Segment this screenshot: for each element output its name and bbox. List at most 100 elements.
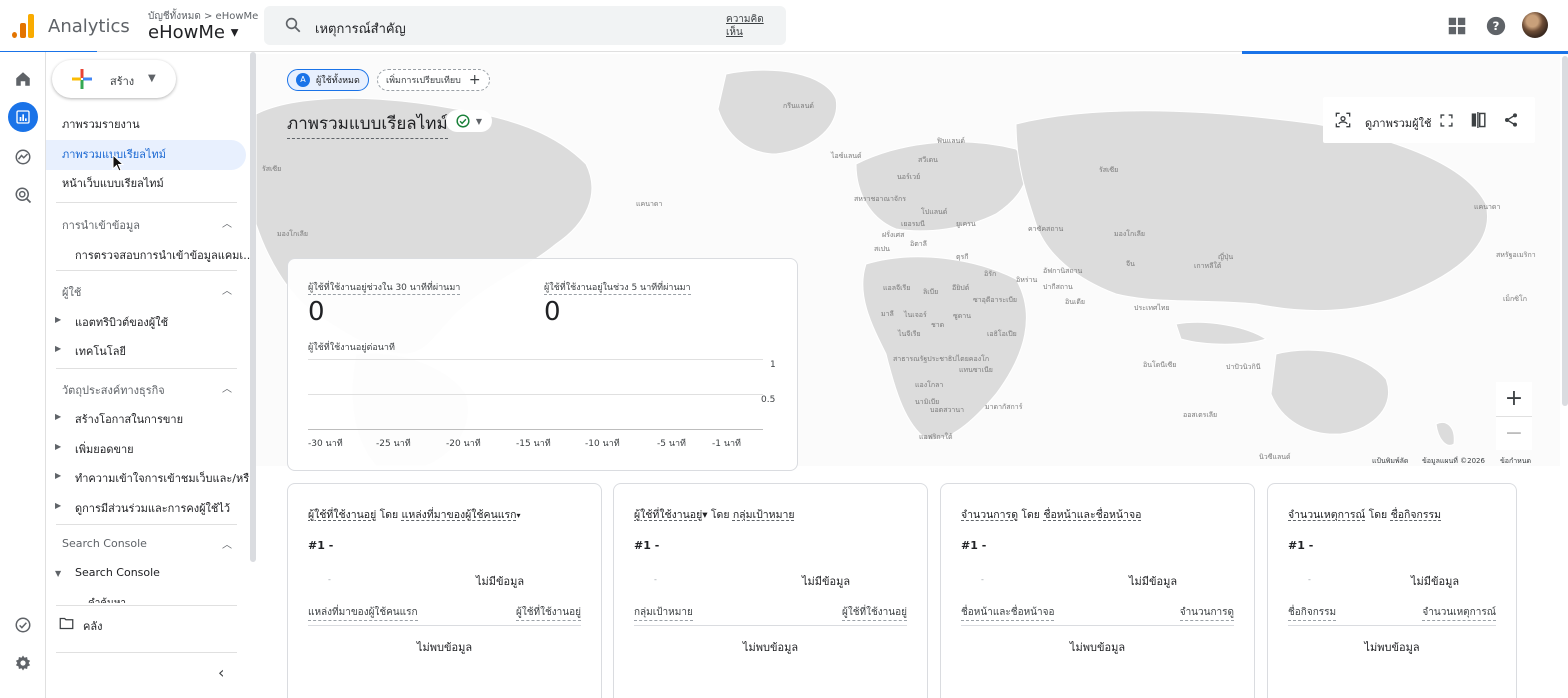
chip-all-users[interactable]: A ผู้ใช้ทั้งหมด <box>287 69 369 91</box>
active-users-30min-value: 0 <box>308 297 325 327</box>
map-label: เกาหลีใต้ <box>1194 262 1222 270</box>
map-label: อิตาลี <box>910 240 927 248</box>
explore-icon[interactable] <box>10 144 36 170</box>
sidebar-item-reports-snapshot[interactable]: ภาพรวมรายงาน <box>46 110 246 140</box>
sidebar-item-understand-traffic[interactable]: ทำความเข้าใจการเข้าชมเว็บและ/หรื... <box>75 469 260 487</box>
chevron-up-icon[interactable]: ︿ <box>222 215 232 230</box>
avatar[interactable] <box>1522 12 1548 38</box>
feedback-link[interactable]: ความคิดเห็น <box>726 13 770 39</box>
chevron-up-icon[interactable]: ︿ <box>222 380 232 395</box>
map-label: สเปน <box>874 245 890 253</box>
column-header[interactable]: จำนวนการดู <box>1179 605 1234 621</box>
expand-arrow-icon[interactable]: ▶ <box>55 315 61 324</box>
plus-icon: + <box>468 72 481 88</box>
map-label: แทนซาเนีย <box>959 366 993 374</box>
section-user[interactable]: ผู้ใช้ <box>62 283 81 301</box>
settings-gear-icon[interactable] <box>10 650 36 676</box>
card-title[interactable]: ผู้ใช้ที่ใช้งานอยู่▾ โดย กลุ่มเป้าหมาย <box>634 506 795 523</box>
fullscreen-icon[interactable] <box>1440 114 1453 127</box>
card-title[interactable]: จำนวนการดู โดย ชื่อหน้าและชื่อหน้าจอ <box>961 506 1141 523</box>
search-icon <box>285 17 301 33</box>
search-input[interactable]: เหตุการณ์สำคัญ <box>315 18 406 39</box>
reports-icon[interactable] <box>8 102 38 132</box>
sidebar-item-search-console[interactable]: Search Console <box>75 566 160 579</box>
admin-check-icon[interactable] <box>10 612 36 638</box>
map-label: มองโกเลีย <box>277 230 309 238</box>
card-title[interactable]: ผู้ใช้ที่ใช้งานอยู่ โดย แหล่งที่มาของผู้… <box>308 506 521 523</box>
user-snapshot-icon[interactable] <box>1335 112 1351 128</box>
zoom-out-button[interactable]: − <box>1496 416 1532 450</box>
caret-down-icon: ▼ <box>148 73 156 84</box>
collapse-sidebar-chevron-icon[interactable]: ‹ <box>218 663 224 682</box>
card-metric[interactable]: จำนวนการดู <box>961 509 1018 521</box>
home-icon[interactable] <box>10 66 36 92</box>
column-header[interactable]: ชื่อหน้าและชื่อหน้าจอ <box>961 605 1055 621</box>
chevron-up-icon[interactable]: ︿ <box>222 536 232 551</box>
keyboard-shortcuts-link[interactable]: แป้นพิมพ์ลัด <box>1372 456 1408 467</box>
zoom-in-button[interactable]: + <box>1496 382 1532 416</box>
card-dimension[interactable]: กลุ่มเป้าหมาย <box>733 509 795 521</box>
map-label: สหราชอาณาจักร <box>854 195 906 203</box>
advertising-icon[interactable] <box>10 182 36 208</box>
status-dropdown[interactable]: ▼ <box>446 110 492 132</box>
sidebar-item-generate-leads[interactable]: สร้างโอกาสในการขาย <box>75 410 183 428</box>
sidebar-item-realtime-overview[interactable]: ภาพรวมแบบเรียลไทม์ <box>46 140 246 170</box>
property-selector[interactable]: eHowMe ▼ <box>148 22 238 43</box>
expand-arrow-icon[interactable]: ▶ <box>55 344 61 353</box>
map-label: ฟินแลนด์ <box>937 137 965 145</box>
analytics-logo-icon[interactable] <box>12 14 36 38</box>
caret-down-icon[interactable]: ▾ <box>517 511 521 520</box>
search-bar[interactable]: เหตุการณ์สำคัญ ความคิดเห็น <box>264 6 786 45</box>
main-scrollbar[interactable] <box>1562 56 1568 406</box>
card-title[interactable]: จำนวนเหตุการณ์ โดย ชื่อกิจกรรม <box>1288 506 1441 523</box>
section-data-import[interactable]: การนำเข้าข้อมูล <box>62 216 140 234</box>
help-icon[interactable]: ? <box>1485 15 1507 37</box>
column-header[interactable]: กลุ่มเป้าหมาย <box>634 605 693 621</box>
map-label: ฝรั่งเศส <box>882 231 905 239</box>
column-header[interactable]: ผู้ใช้ที่ใช้งานอยู่ <box>842 605 907 621</box>
card-metric[interactable]: ผู้ใช้ที่ใช้งานอยู่ <box>308 509 376 521</box>
x-tick: -10 นาที <box>585 439 620 449</box>
expand-arrow-icon[interactable]: ▶ <box>55 471 61 480</box>
share-icon[interactable] <box>1503 112 1519 128</box>
compare-icon[interactable] <box>1470 112 1488 128</box>
column-header[interactable]: ผู้ใช้ที่ใช้งานอยู่ <box>516 605 581 621</box>
sidebar-item-queries[interactable]: คำค้นหา <box>88 596 126 603</box>
map-label: รัสเซีย <box>262 165 282 173</box>
top-bar: Analytics บัญชีทั้งหมด > eHowMe eHowMe ▼… <box>0 0 1568 52</box>
sidebar-item-tech[interactable]: เทคโนโลยี <box>75 342 126 360</box>
sidebar-item-drive-sales[interactable]: เพิ่มยอดขาย <box>75 440 134 458</box>
map-label: จีน <box>1126 260 1135 268</box>
card-dimension[interactable]: แหล่งที่มาของผู้ใช้คนแรก <box>402 509 517 521</box>
column-header[interactable]: ชื่อกิจกรรม <box>1288 605 1337 621</box>
sidebar-item-engagement-retention[interactable]: ดูการมีส่วนร่วมและการคงผู้ใช้ไว้ <box>75 499 230 517</box>
apps-grid-icon[interactable] <box>1446 15 1468 37</box>
card-dimension[interactable]: ชื่อหน้าและชื่อหน้าจอ <box>1043 509 1141 521</box>
sidebar-item-realtime-pages[interactable]: หน้าเว็บแบบเรียลไทม์ <box>46 169 246 199</box>
active-users-5min-label[interactable]: ผู้ใช้ที่ใช้งานอยู่ในช่วง 5 นาทีที่ผ่านม… <box>544 280 691 295</box>
card-dimension[interactable]: ชื่อกิจกรรม <box>1391 509 1442 521</box>
app-name[interactable]: Analytics <box>48 16 130 37</box>
column-header[interactable]: แหล่งที่มาของผู้ใช้คนแรก <box>308 605 418 621</box>
card-metric[interactable]: ผู้ใช้ที่ใช้งานอยู่ <box>634 509 702 521</box>
terms-link[interactable]: ข้อกำหนด <box>1500 456 1531 467</box>
card-placeholder-dash: - <box>654 575 657 584</box>
card-metric[interactable]: จำนวนเหตุการณ์ <box>1288 509 1365 521</box>
active-users-30min-label[interactable]: ผู้ใช้ที่ใช้งานอยู่ช่วงใน 30 นาทีที่ผ่าน… <box>308 280 461 295</box>
expand-arrow-icon[interactable]: ▶ <box>55 442 61 451</box>
expand-arrow-icon[interactable]: ▶ <box>55 501 61 510</box>
column-header[interactable]: จำนวนเหตุการณ์ <box>1422 605 1496 621</box>
view-user-snapshot-button[interactable]: ดูภาพรวมผู้ใช้ <box>1365 114 1431 132</box>
sidebar-item-library[interactable]: คลัง <box>83 617 102 635</box>
sidebar-item-data-import-audit[interactable]: การตรวจสอบการนำเข้าข้อมูลแคมเ... <box>75 246 254 264</box>
nav-rail <box>0 52 46 698</box>
section-search-console[interactable]: Search Console <box>62 537 147 550</box>
chevron-up-icon[interactable]: ︿ <box>222 282 232 297</box>
sidebar-item-user-attributes[interactable]: แอตทริบิวต์ของผู้ใช้ <box>75 313 168 331</box>
map-label: อิหร่าน <box>1016 276 1038 284</box>
collapse-arrow-icon[interactable]: ▼ <box>55 569 61 578</box>
create-button[interactable]: สร้าง ▼ <box>52 60 176 98</box>
section-business-objectives[interactable]: วัตถุประสงค์ทางธุรกิจ <box>62 381 165 399</box>
add-comparison-button[interactable]: เพิ่มการเปรียบเทียบ + <box>377 69 490 91</box>
expand-arrow-icon[interactable]: ▶ <box>55 412 61 421</box>
